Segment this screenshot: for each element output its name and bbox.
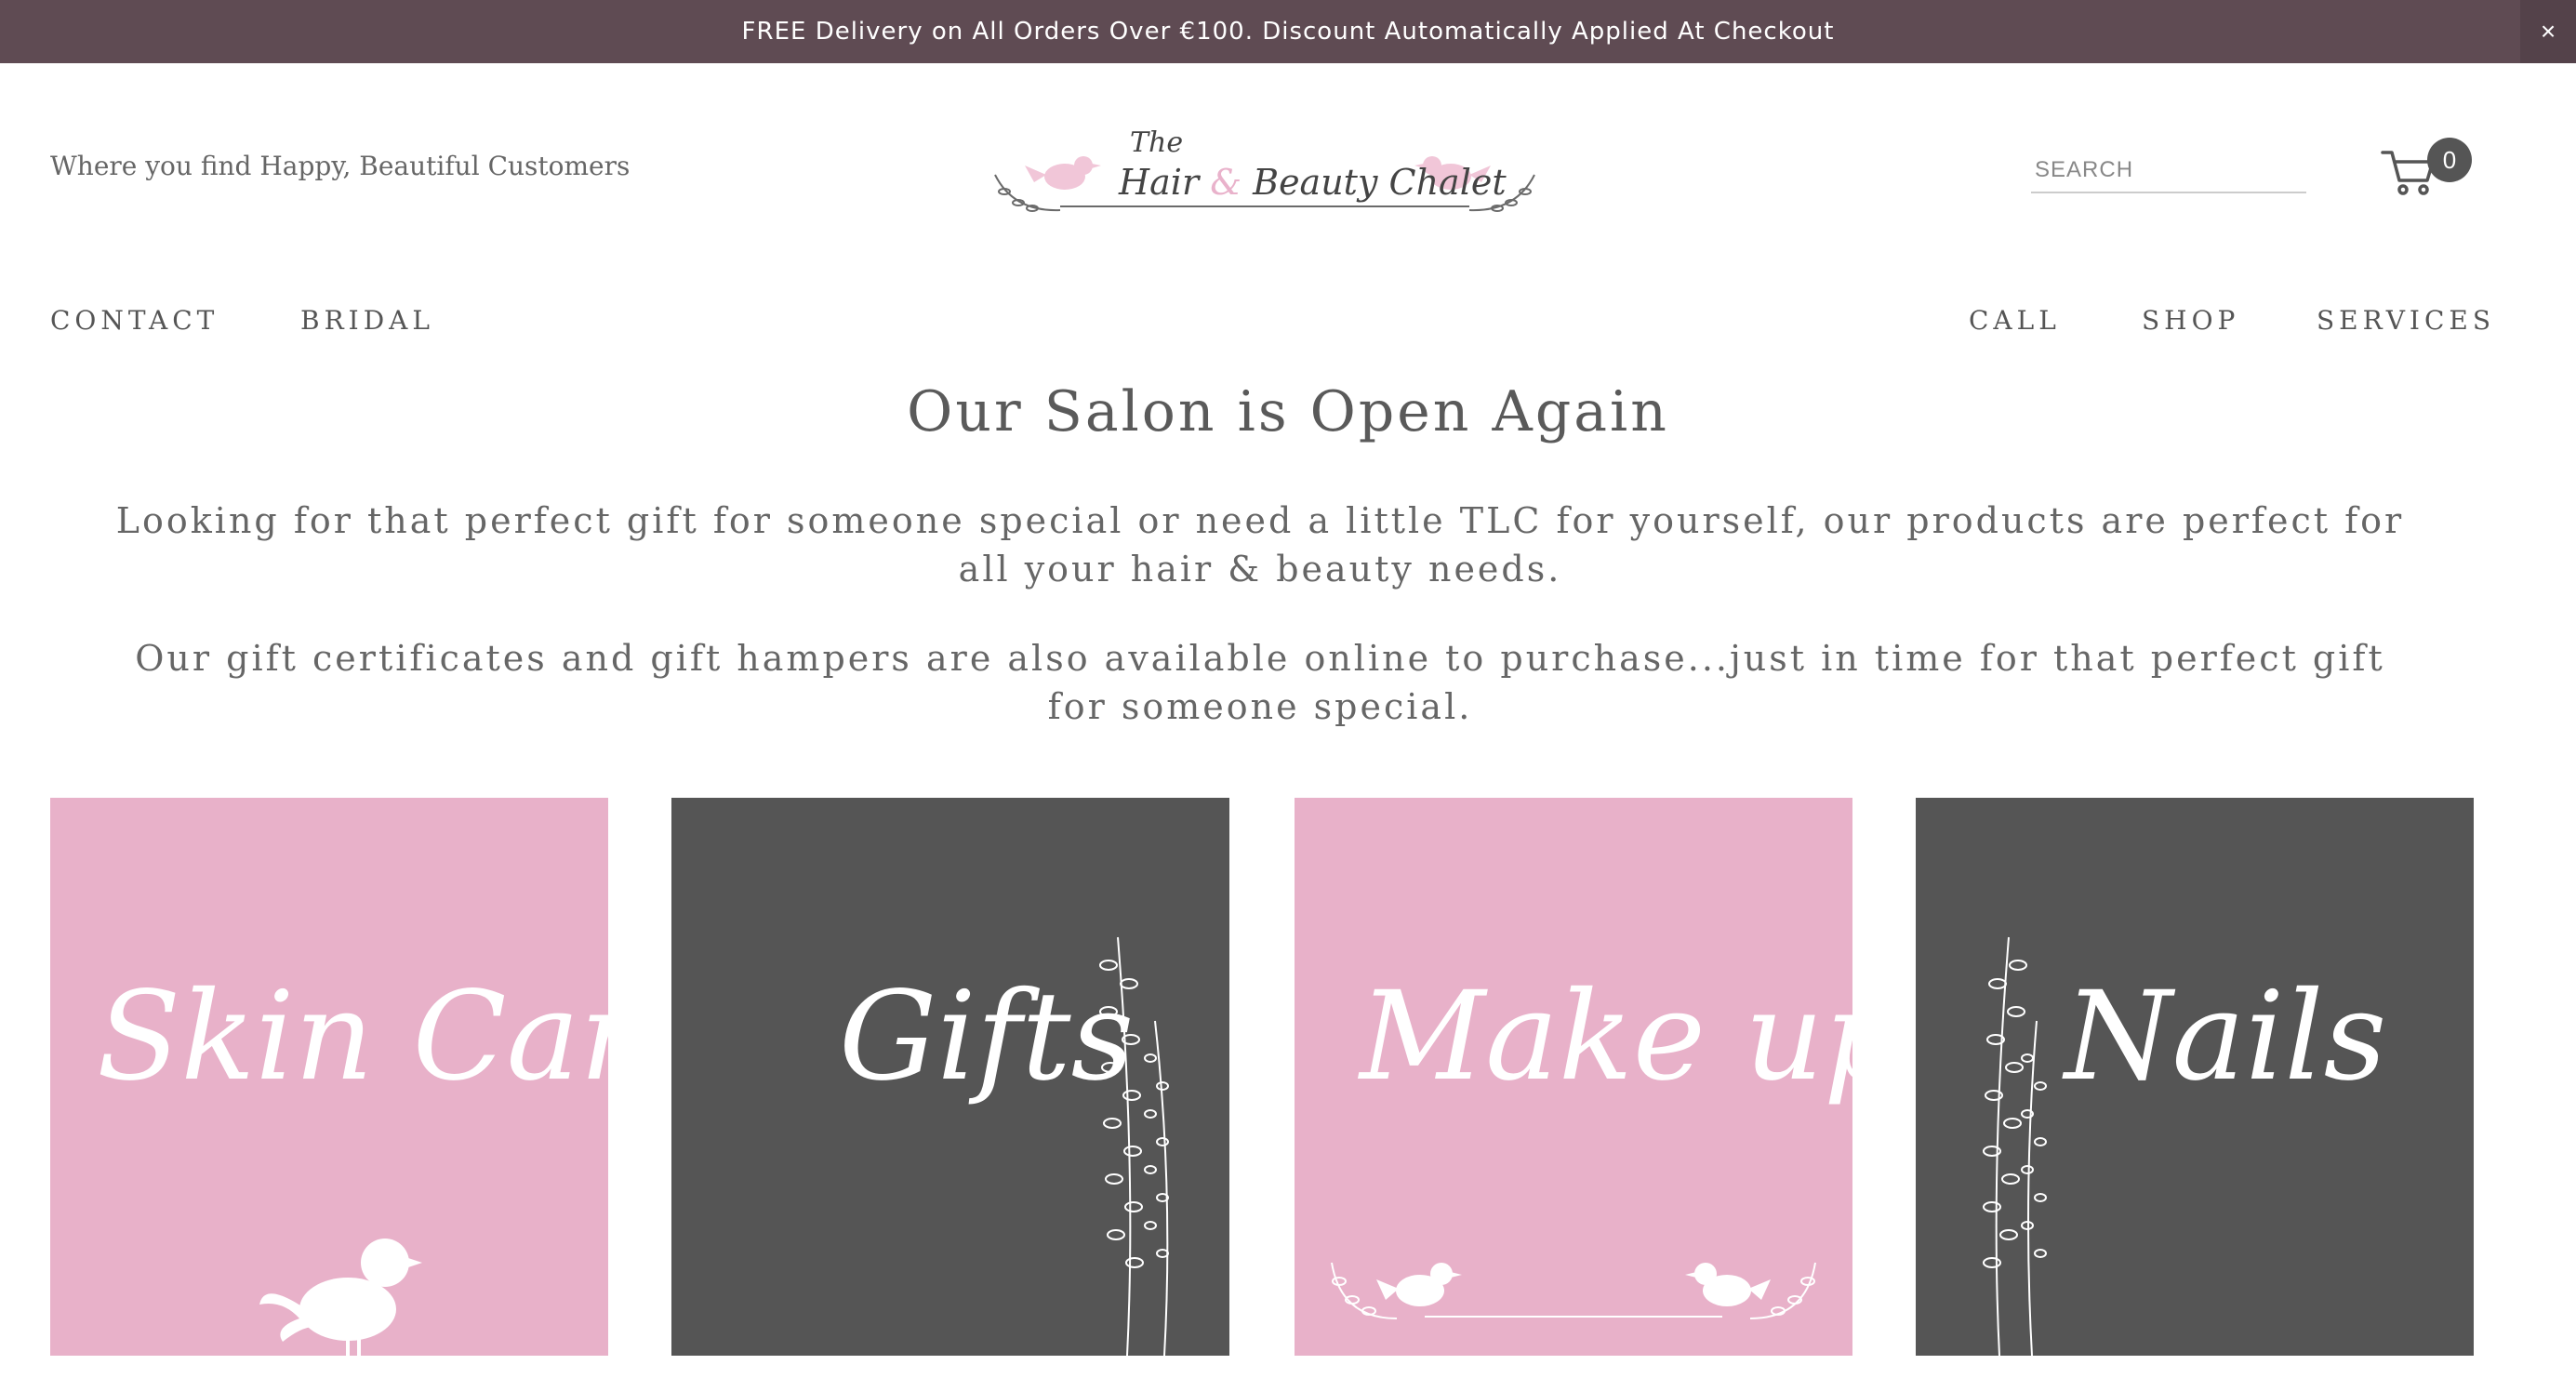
nav-call[interactable]: CALL (1969, 305, 2061, 336)
page-heading: Our Salon is Open Again (907, 379, 1669, 444)
tile-skin-care-title: Skin Care (97, 965, 608, 1108)
logo-ampersand: & (1210, 162, 1242, 203)
announcement-bar: FREE Delivery on All Orders Over €100. D… (0, 0, 2576, 63)
tile-make-up-title: Make up (1360, 965, 1852, 1108)
logo-bird-left-icon (1025, 156, 1101, 190)
tile-nails[interactable]: Nails (1916, 798, 2474, 1356)
logo-word-beauty-chalet: Beauty Chalet (1253, 162, 1507, 203)
announcement-close-button[interactable]: × (2520, 0, 2576, 63)
logo-text-the: The (1130, 126, 1184, 159)
search-input[interactable] (2031, 149, 2306, 193)
logo-word-hair: Hair (1119, 162, 1200, 203)
logo-text-main: Hair & Beauty Chalet (1119, 162, 1507, 203)
nav-services[interactable]: SERVICES (2317, 305, 2495, 336)
nav-contact[interactable]: CONTACT (50, 305, 219, 336)
tile-gifts[interactable]: Gifts (671, 798, 1229, 1356)
nav-bridal[interactable]: BRIDAL (300, 305, 434, 336)
site-tagline: Where you find Happy, Beautiful Customer… (50, 151, 631, 181)
tile-gifts-title: Gifts (839, 965, 1135, 1108)
tile-nails-title: Nails (2065, 965, 2387, 1108)
tile-make-up[interactable]: Make up (1295, 798, 1852, 1356)
cart-count-badge: 0 (2427, 138, 2472, 182)
nav-shop[interactable]: SHOP (2142, 305, 2239, 336)
intro-paragraph: Looking for that perfect gift for someon… (115, 500, 2405, 590)
tile-skin-care[interactable]: Skin Care (50, 798, 608, 1356)
announcement-text: FREE Delivery on All Orders Over €100. D… (741, 18, 1835, 46)
gift-paragraph: Our gift certificates and gift hampers a… (135, 638, 2385, 727)
